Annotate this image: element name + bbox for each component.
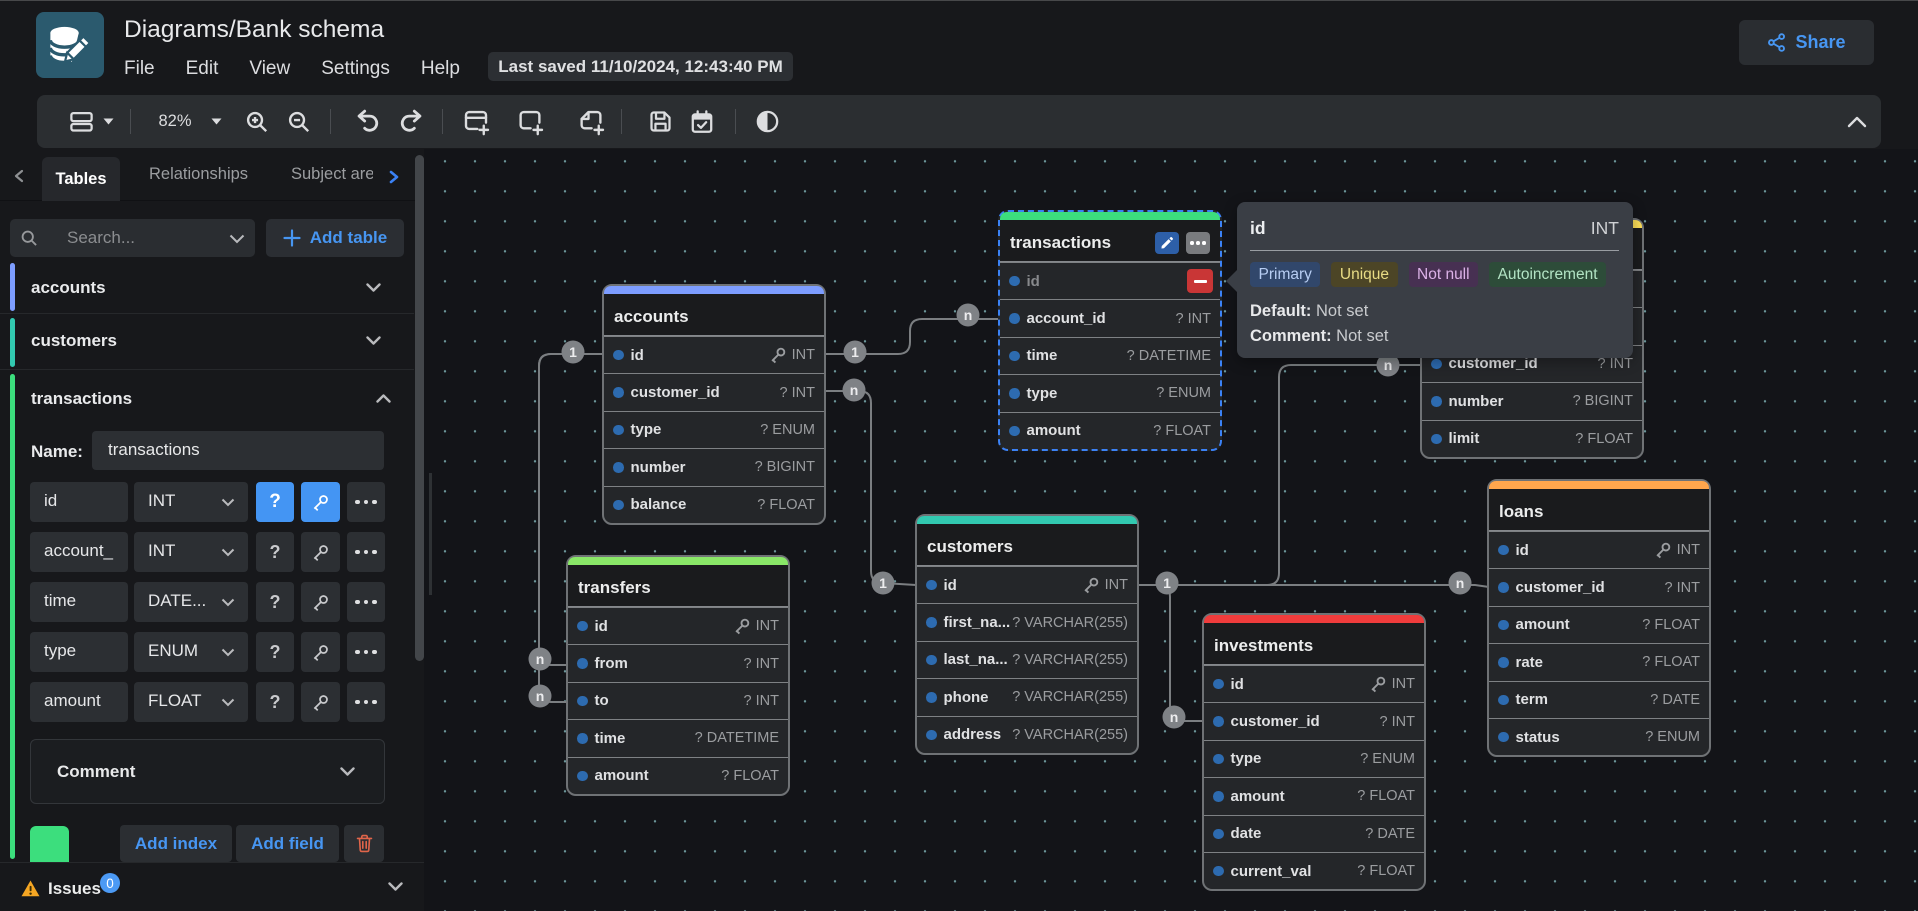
svg-text:1: 1	[879, 575, 887, 591]
svg-text:n: n	[964, 307, 973, 323]
svg-text:1: 1	[851, 344, 859, 360]
svg-text:n: n	[1384, 357, 1393, 373]
svg-text:n: n	[536, 651, 545, 667]
svg-text:1: 1	[1163, 575, 1171, 591]
svg-text:n: n	[536, 688, 545, 704]
svg-text:n: n	[1456, 575, 1465, 591]
svg-text:1: 1	[569, 344, 577, 360]
svg-text:n: n	[850, 382, 859, 398]
svg-text:n: n	[1170, 709, 1179, 725]
